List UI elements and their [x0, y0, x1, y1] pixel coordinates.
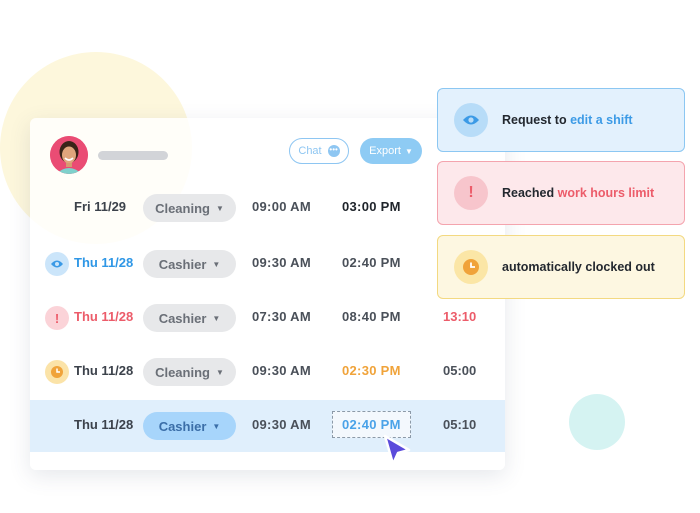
table-row[interactable]: Fri 11/29 Cleaning ▼ 09:00 AM 03:00 PM — [30, 182, 505, 234]
table-row[interactable]: Thu 11/28 Cashier ▼ 09:30 AM 02:40 PM — [30, 238, 505, 290]
cursor-arrow-icon — [383, 434, 411, 466]
role-label: Cleaning — [155, 200, 210, 216]
role-dropdown[interactable]: Cashier ▼ — [143, 250, 236, 278]
export-button[interactable]: Export ▼ — [360, 138, 422, 164]
shift-date: Thu 11/28 — [74, 309, 134, 324]
end-time[interactable]: 03:00 PM — [342, 199, 401, 214]
shift-date: Thu 11/28 — [74, 417, 134, 432]
chevron-down-icon: ▼ — [212, 313, 221, 323]
eye-icon — [45, 252, 69, 276]
start-time[interactable]: 09:30 AM — [252, 363, 311, 378]
start-time[interactable]: 07:30 AM — [252, 309, 311, 324]
decorative-circle-teal — [569, 394, 625, 450]
chat-bubble-icon: ••• — [327, 145, 340, 157]
chevron-down-icon: ▼ — [212, 259, 221, 269]
start-time[interactable]: 09:30 AM — [252, 255, 311, 270]
shift-date: Fri 11/29 — [74, 199, 127, 214]
total-hours: 13:10 — [443, 309, 477, 324]
eye-icon — [454, 103, 488, 137]
role-label: Cashier — [158, 310, 207, 326]
shift-date: Thu 11/28 — [74, 255, 134, 270]
end-time[interactable]: 08:40 PM — [342, 309, 401, 324]
end-time[interactable]: 02:40 PM — [342, 255, 401, 270]
chevron-down-icon: ▼ — [404, 146, 413, 156]
notification-hours-limit[interactable]: ! Reached work hours limit — [437, 161, 685, 225]
role-dropdown[interactable]: Cleaning ▼ — [143, 358, 236, 386]
shift-date: Thu 11/28 — [74, 363, 134, 378]
role-dropdown[interactable]: Cashier ▼ — [143, 304, 236, 332]
notification-text: Request to edit a shift — [502, 113, 633, 127]
table-row[interactable]: ! Thu 11/28 Cashier ▼ 07:30 AM 08:40 PM … — [30, 292, 505, 344]
role-dropdown[interactable]: Cleaning ▼ — [143, 194, 236, 222]
chat-button-label: Chat — [298, 145, 322, 157]
export-button-label: Export — [369, 145, 401, 157]
chevron-down-icon: ▼ — [215, 203, 224, 213]
start-time[interactable]: 09:30 AM — [252, 417, 311, 432]
total-hours: 05:00 — [443, 363, 477, 378]
role-label: Cashier — [158, 256, 207, 272]
alert-icon: ! — [454, 176, 488, 210]
role-label: Cleaning — [155, 364, 210, 380]
chat-button[interactable]: Chat ••• — [289, 138, 349, 164]
chevron-down-icon: ▼ — [212, 421, 221, 431]
notification-edit-request[interactable]: Request to edit a shift — [437, 88, 685, 152]
clock-icon — [454, 250, 488, 284]
notification-text: Reached work hours limit — [502, 186, 655, 200]
chevron-down-icon: ▼ — [215, 367, 224, 377]
notification-clocked-out[interactable]: automatically clocked out — [437, 235, 685, 299]
user-name-placeholder — [98, 151, 168, 160]
role-label: Cashier — [158, 418, 207, 434]
start-time[interactable]: 09:00 AM — [252, 199, 311, 214]
avatar[interactable] — [50, 136, 88, 174]
end-time[interactable]: 02:30 PM — [342, 363, 401, 378]
table-row[interactable]: Thu 11/28 Cleaning ▼ 09:30 AM 02:30 PM 0… — [30, 346, 505, 398]
notification-text: automatically clocked out — [502, 260, 655, 274]
table-row-selected[interactable]: Thu 11/28 Cashier ▼ 09:30 AM 02:40 PM 05… — [30, 400, 505, 452]
clock-icon — [45, 360, 69, 384]
alert-icon: ! — [45, 306, 69, 330]
total-hours: 05:10 — [443, 417, 477, 432]
role-dropdown[interactable]: Cashier ▼ — [143, 412, 236, 440]
